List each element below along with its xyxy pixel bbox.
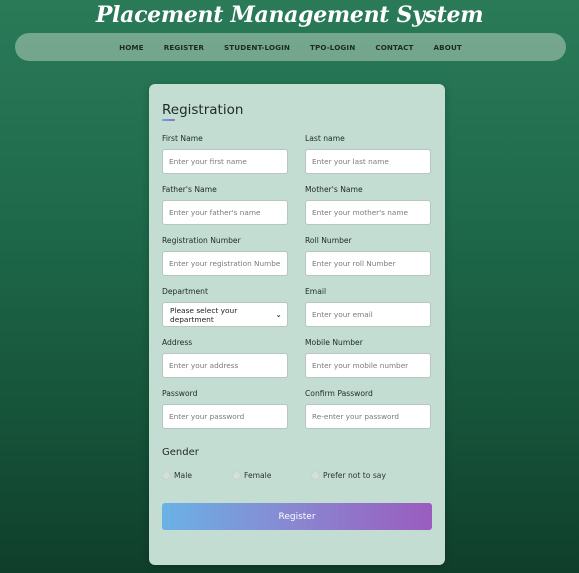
register-button[interactable]: Register xyxy=(162,503,432,530)
father-name-input[interactable] xyxy=(162,200,288,225)
nav-contact[interactable]: CONTACT xyxy=(375,43,413,52)
department-group: Department Please select your department… xyxy=(162,286,288,327)
radio-button[interactable] xyxy=(311,471,320,480)
registration-title: Registration xyxy=(162,102,244,118)
registration-number-label: Registration Number xyxy=(162,236,241,245)
chevron-down-icon: ⌄ xyxy=(275,310,282,319)
mobile-input[interactable] xyxy=(305,353,431,378)
department-select[interactable]: Please select your department ⌄ xyxy=(162,302,288,327)
mother-name-label: Mother's Name xyxy=(305,185,363,194)
nav-about[interactable]: ABOUT xyxy=(434,43,462,52)
first-name-label: First Name xyxy=(162,134,203,143)
first-name-group: First Name xyxy=(162,133,288,174)
nav-home[interactable]: HOME xyxy=(119,43,144,52)
mother-name-input[interactable] xyxy=(305,200,431,225)
registration-number-group: Registration Number xyxy=(162,235,288,276)
last-name-input[interactable] xyxy=(305,149,431,174)
radio-button[interactable] xyxy=(232,471,241,480)
radio-label-female: Female xyxy=(244,471,272,480)
father-name-label: Father's Name xyxy=(162,185,217,194)
site-title: Placement Management System xyxy=(95,2,484,28)
gender-title: Gender xyxy=(162,447,199,458)
radio-label-prefer-not: Prefer not to say xyxy=(323,471,386,480)
radio-button[interactable] xyxy=(162,471,171,480)
password-group: Password xyxy=(162,388,288,429)
roll-number-group: Roll Number xyxy=(305,235,431,276)
address-label: Address xyxy=(162,338,193,347)
password-input[interactable] xyxy=(162,404,288,429)
title-underline xyxy=(162,119,175,121)
top-navbar: HOME REGISTER STUDENT-LOGIN TPO-LOGIN CO… xyxy=(15,33,566,61)
registration-number-input[interactable] xyxy=(162,251,288,276)
registration-card: Registration First Name Last name Father… xyxy=(149,84,445,565)
mother-name-group: Mother's Name xyxy=(305,184,431,225)
email-group: Email xyxy=(305,286,431,327)
roll-number-label: Roll Number xyxy=(305,236,352,245)
radio-label-male: Male xyxy=(174,471,192,480)
last-name-label: Last name xyxy=(305,134,345,143)
confirm-password-group: Confirm Password xyxy=(305,388,431,429)
roll-number-input[interactable] xyxy=(305,251,431,276)
address-input[interactable] xyxy=(162,353,288,378)
email-label: Email xyxy=(305,287,327,296)
department-selected-value: Please select your department xyxy=(170,305,238,324)
nav-register[interactable]: REGISTER xyxy=(164,43,204,52)
mobile-group: Mobile Number xyxy=(305,337,431,378)
mobile-label: Mobile Number xyxy=(305,338,363,347)
confirm-password-input[interactable] xyxy=(305,404,431,429)
nav-student-login[interactable]: STUDENT-LOGIN xyxy=(224,43,290,52)
confirm-password-label: Confirm Password xyxy=(305,389,373,398)
father-name-group: Father's Name xyxy=(162,184,288,225)
first-name-input[interactable] xyxy=(162,149,288,174)
gender-option-male[interactable]: Male xyxy=(162,471,192,480)
gender-option-prefer-not[interactable]: Prefer not to say xyxy=(311,471,386,480)
last-name-group: Last name xyxy=(305,133,431,174)
password-label: Password xyxy=(162,389,198,398)
address-group: Address xyxy=(162,337,288,378)
email-input[interactable] xyxy=(305,302,431,327)
gender-option-female[interactable]: Female xyxy=(232,471,271,480)
nav-tpo-login[interactable]: TPO-LOGIN xyxy=(310,43,355,52)
department-label: Department xyxy=(162,287,208,296)
